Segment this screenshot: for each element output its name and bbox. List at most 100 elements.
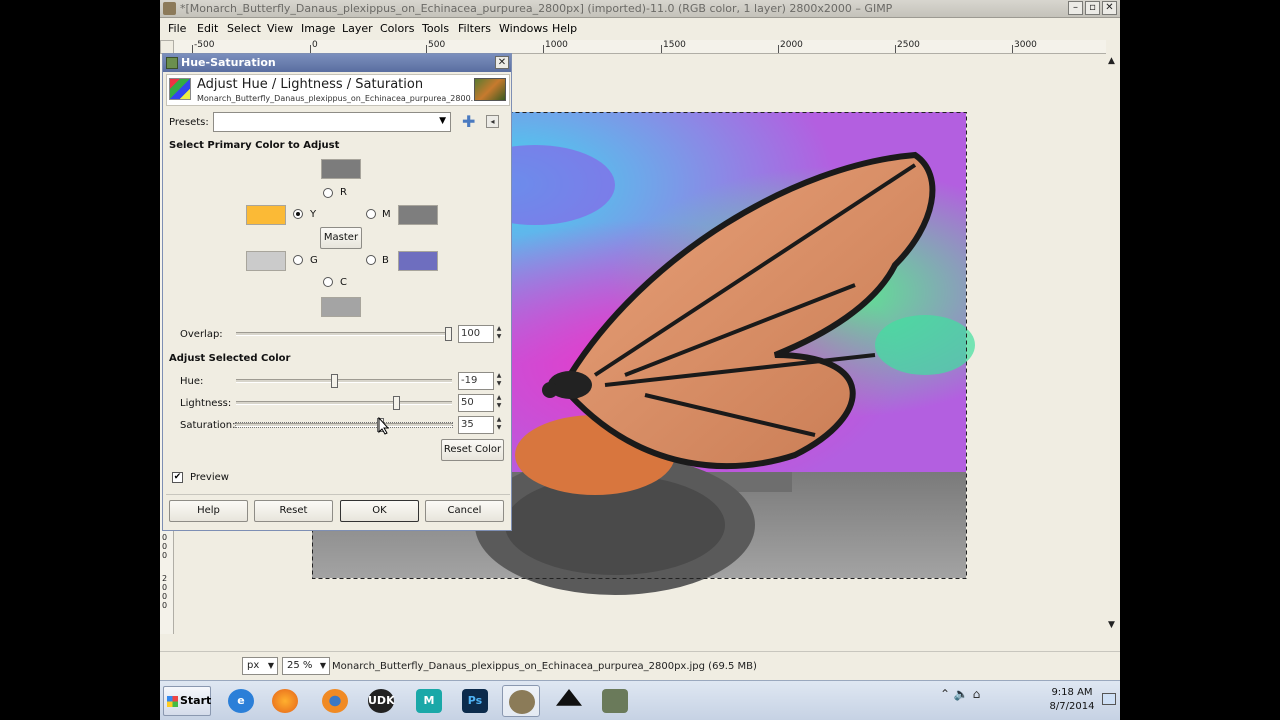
spin-down-icon[interactable]: ▼ bbox=[497, 333, 502, 340]
unit-selector[interactable]: px ▼ bbox=[242, 657, 278, 675]
ruler-corner[interactable] bbox=[160, 40, 174, 54]
dialog-title: Hue-Saturation bbox=[181, 56, 276, 69]
unit-value: px bbox=[247, 660, 260, 671]
scroll-up-icon[interactable]: ▲ bbox=[1108, 56, 1115, 66]
blue-radio-label[interactable]: B bbox=[382, 255, 389, 266]
start-button[interactable]: Start bbox=[163, 686, 211, 716]
overlap-slider[interactable] bbox=[236, 327, 452, 341]
cancel-button[interactable]: Cancel bbox=[425, 500, 504, 522]
menu-edit[interactable]: Edit bbox=[197, 22, 218, 35]
zoom-selector[interactable]: 25 % ▼ bbox=[282, 657, 330, 675]
saturation-field[interactable]: 35 bbox=[458, 416, 494, 434]
overlap-stepper[interactable]: ▲ ▼ bbox=[494, 325, 504, 343]
header-subtitle: Monarch_Butterfly_Danaus_plexippus_on_Ec… bbox=[197, 94, 479, 103]
show-desktop-icon[interactable] bbox=[1102, 693, 1116, 705]
dialog-icon bbox=[166, 57, 178, 69]
reset-color-button[interactable]: Reset Color bbox=[441, 439, 504, 461]
preview-label[interactable]: Preview bbox=[190, 472, 229, 483]
add-preset-icon[interactable]: ✚ bbox=[462, 112, 475, 131]
dialog-close-button[interactable]: ✕ bbox=[495, 56, 509, 69]
maya-icon[interactable]: M bbox=[410, 685, 448, 717]
hue-stepper[interactable]: ▲ ▼ bbox=[494, 372, 504, 390]
menu-bar: File Edit Select View Image Layer Colors… bbox=[160, 19, 1120, 39]
menu-help[interactable]: Help bbox=[552, 22, 577, 35]
preview-checkbox[interactable]: ✔ bbox=[172, 472, 183, 483]
firefox-icon[interactable] bbox=[266, 685, 304, 717]
help-button[interactable]: Help bbox=[169, 500, 248, 522]
hue-field[interactable]: -19 bbox=[458, 372, 494, 390]
preset-menu-button[interactable]: ◂ bbox=[486, 115, 499, 128]
lightness-stepper[interactable]: ▲ ▼ bbox=[494, 394, 504, 412]
presets-combo[interactable]: ▼ bbox=[213, 112, 451, 132]
overlap-field[interactable]: 100 bbox=[458, 325, 494, 343]
hue-slider[interactable] bbox=[236, 374, 452, 388]
saturation-slider[interactable] bbox=[235, 418, 453, 432]
dialog-title-bar[interactable]: Hue-Saturation ✕ bbox=[163, 54, 511, 72]
horizontal-ruler[interactable]: -500 0 500 1000 1500 2000 2500 3000 bbox=[174, 40, 1106, 54]
saturation-stepper[interactable]: ▲ ▼ bbox=[494, 416, 504, 434]
menu-select[interactable]: Select bbox=[227, 22, 261, 35]
ie-icon[interactable]: e bbox=[222, 685, 260, 717]
menu-view[interactable]: View bbox=[267, 22, 293, 35]
gimp-icon[interactable] bbox=[502, 685, 540, 717]
menu-layer[interactable]: Layer bbox=[342, 22, 373, 35]
green-radio-label[interactable]: G bbox=[310, 255, 318, 266]
menu-windows[interactable]: Windows bbox=[499, 22, 548, 35]
ruler-mark bbox=[192, 45, 193, 53]
spin-down-icon[interactable]: ▼ bbox=[497, 380, 502, 387]
hue-saturation-dialog: Hue-Saturation ✕ Adjust Hue / Lightness … bbox=[162, 53, 512, 531]
chevron-down-icon: ▼ bbox=[319, 661, 326, 670]
scroll-down-icon[interactable]: ▼ bbox=[1108, 620, 1115, 630]
green-radio[interactable] bbox=[293, 255, 303, 265]
ok-button[interactable]: OK bbox=[340, 500, 419, 522]
spin-up-icon[interactable]: ▲ bbox=[497, 394, 502, 401]
spin-up-icon[interactable]: ▲ bbox=[497, 416, 502, 423]
overlap-slider-thumb[interactable] bbox=[445, 327, 452, 341]
menu-file[interactable]: File bbox=[168, 22, 186, 35]
cyan-radio[interactable] bbox=[323, 277, 333, 287]
cyan-radio-label[interactable]: C bbox=[340, 277, 347, 288]
clock[interactable]: 9:18 AM 8/7/2014 bbox=[1048, 686, 1096, 714]
vertical-scrollbar[interactable]: ▲ ▼ bbox=[1106, 54, 1120, 634]
menu-colors[interactable]: Colors bbox=[380, 22, 414, 35]
maximize-button[interactable]: ▫ bbox=[1085, 1, 1100, 15]
minimize-button[interactable]: – bbox=[1068, 1, 1083, 15]
hue-slider-thumb[interactable] bbox=[331, 374, 338, 388]
lightness-field[interactable]: 50 bbox=[458, 394, 494, 412]
spin-up-icon[interactable]: ▲ bbox=[497, 325, 502, 332]
lightness-slider-thumb[interactable] bbox=[393, 396, 400, 410]
blue-radio[interactable] bbox=[366, 255, 376, 265]
title-bar: *[Monarch_Butterfly_Danaus_plexippus_on_… bbox=[160, 0, 1120, 18]
close-button[interactable]: ✕ bbox=[1102, 1, 1117, 15]
sketchup-icon[interactable] bbox=[596, 685, 634, 717]
horizontal-scrollbar[interactable] bbox=[174, 636, 1106, 650]
spin-down-icon[interactable]: ▼ bbox=[497, 424, 502, 431]
magenta-radio-label[interactable]: M bbox=[382, 209, 391, 220]
lightness-slider[interactable] bbox=[236, 396, 452, 410]
master-button[interactable]: Master bbox=[320, 227, 362, 249]
primary-color-heading: Select Primary Color to Adjust bbox=[169, 140, 340, 151]
udk-icon[interactable]: UDK bbox=[362, 685, 400, 717]
blender-icon[interactable] bbox=[316, 685, 354, 717]
divider bbox=[166, 494, 510, 495]
menu-tools[interactable]: Tools bbox=[422, 22, 449, 35]
yellow-radio-label[interactable]: Y bbox=[310, 209, 316, 220]
inkscape-icon[interactable] bbox=[550, 685, 588, 717]
spin-up-icon[interactable]: ▲ bbox=[497, 372, 502, 379]
red-radio-label[interactable]: R bbox=[340, 187, 347, 198]
menu-filters[interactable]: Filters bbox=[458, 22, 491, 35]
ruler-tick: 500 bbox=[428, 40, 446, 50]
system-tray[interactable]: ⌃ 🔈 ⌂ bbox=[940, 687, 980, 701]
reset-button[interactable]: Reset bbox=[254, 500, 333, 522]
cyan-swatch bbox=[321, 297, 361, 317]
red-radio[interactable] bbox=[323, 188, 333, 198]
ruler-mark bbox=[543, 45, 544, 53]
spin-down-icon[interactable]: ▼ bbox=[497, 402, 502, 409]
clock-time: 9:18 AM bbox=[1051, 687, 1093, 698]
photoshop-icon[interactable]: Ps bbox=[456, 685, 494, 717]
menu-image[interactable]: Image bbox=[301, 22, 335, 35]
ruler-mark bbox=[661, 45, 662, 53]
ruler-tick: -500 bbox=[194, 40, 215, 50]
yellow-radio[interactable] bbox=[293, 209, 303, 219]
magenta-radio[interactable] bbox=[366, 209, 376, 219]
